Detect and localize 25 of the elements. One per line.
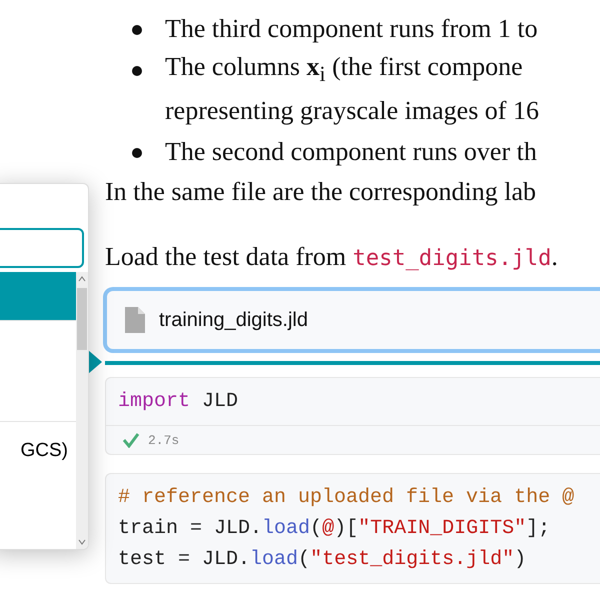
code-line: test = JLD.load("test_digits.jld") — [118, 547, 528, 573]
scrollbar[interactable] — [76, 272, 88, 549]
bullet-icon — [132, 25, 142, 35]
code-cell[interactable]: # reference an uploaded file via the @ train = JLD.load(@)["TRAIN_DIGITS"]; test = JLD.load("test_digits.jld") — [105, 473, 600, 584]
scrollbar-thumb[interactable] — [77, 288, 87, 350]
search-field[interactable] — [0, 228, 84, 268]
bullet-text: The second component runs over th — [165, 131, 600, 172]
code-line: # reference an uploaded file via the @ — [118, 485, 576, 511]
menu-item[interactable] — [0, 272, 76, 321]
bullet-text: The third component runs from 1 to — [165, 8, 600, 49]
file-cell[interactable]: training_digits.jld — [103, 287, 600, 353]
bullet-text: representing grayscale images of 16 — [165, 94, 540, 127]
chevron-down-icon[interactable] — [78, 539, 86, 545]
bullet-icon — [132, 148, 142, 158]
file-name: training_digits.jld — [159, 308, 308, 332]
code-cell[interactable]: import JLD 2.7s — [105, 377, 600, 455]
bullet-icon — [132, 66, 142, 76]
code-line: import JLD — [118, 389, 240, 415]
code-line: train = JLD.load(@)["TRAIN_DIGITS"]; — [118, 516, 552, 542]
run-time: 2.7s — [148, 432, 180, 448]
bullet-text: The columns x$_{i}$ (the first compone — [165, 49, 600, 90]
paragraph: In the same file are the corresponding lab — [105, 176, 537, 208]
chevron-up-icon[interactable] — [78, 276, 86, 282]
paragraph: Load the test data from test_digits.jld. — [105, 241, 559, 273]
file-icon — [125, 307, 145, 333]
